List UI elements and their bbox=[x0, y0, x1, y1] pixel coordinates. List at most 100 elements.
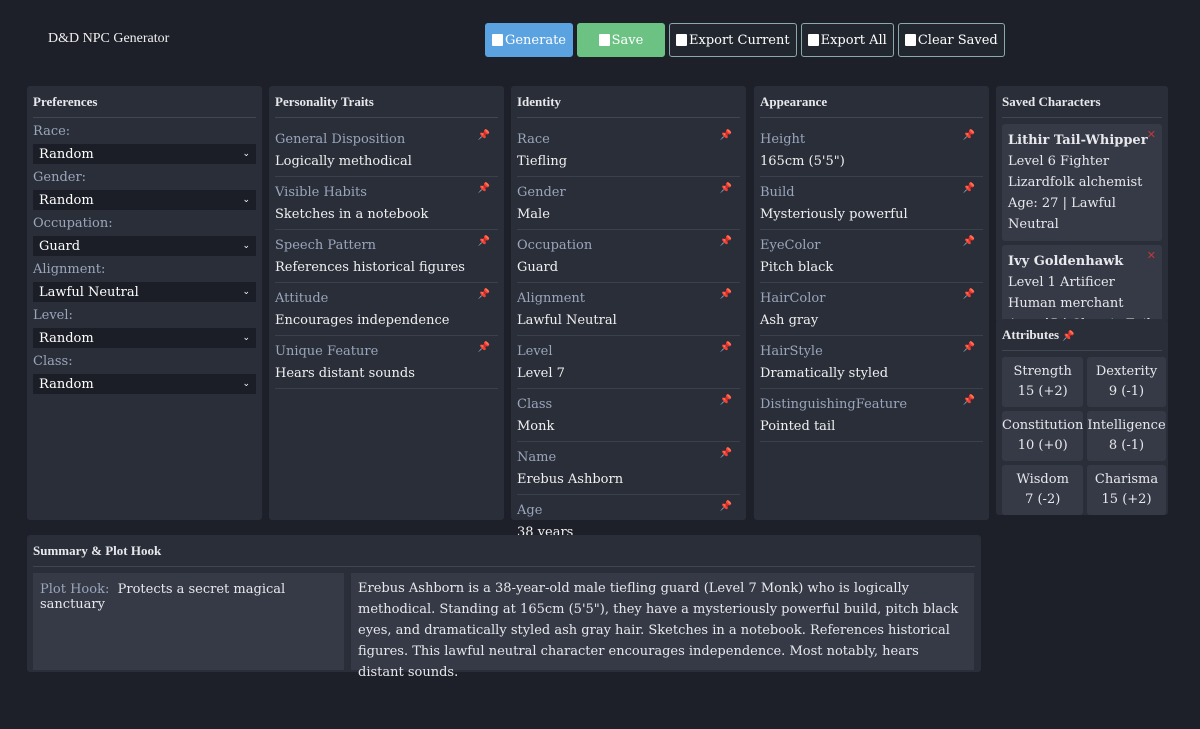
pin-icon[interactable]: 📌 bbox=[720, 395, 732, 406]
dice-icon bbox=[492, 34, 503, 46]
select-class[interactable]: Random ⌄ bbox=[33, 374, 256, 394]
attributes-title: Attributes bbox=[1002, 327, 1060, 342]
trait-item: Occupation Guard 📌 bbox=[517, 230, 740, 283]
trait-label: Occupation bbox=[517, 238, 593, 253]
pin-icon[interactable]: 📌 bbox=[720, 342, 732, 353]
trait-value: Guard bbox=[517, 260, 559, 275]
attribute-wisdom: Wisdom 7 (-2) bbox=[1002, 465, 1084, 515]
trait-label: Level bbox=[517, 344, 553, 359]
select-alignment[interactable]: Lawful Neutral ⌄ bbox=[33, 282, 256, 302]
delete-icon[interactable]: ✕ bbox=[1147, 245, 1156, 266]
pin-icon[interactable]: 📌 bbox=[478, 130, 490, 141]
trait-label: Speech Pattern bbox=[275, 238, 377, 253]
trait-item: Level Level 7 📌 bbox=[517, 336, 740, 389]
pin-icon[interactable]: 📌 bbox=[963, 183, 975, 194]
attribute-dexterity: Dexterity 9 (-1) bbox=[1087, 357, 1166, 407]
attribute-charisma: Charisma 15 (+2) bbox=[1087, 465, 1166, 515]
trait-label: Unique Feature bbox=[275, 344, 379, 359]
plot-hook: Plot Hook: Protects a secret magical san… bbox=[33, 573, 344, 670]
pin-icon[interactable]: 📌 bbox=[720, 183, 732, 194]
clear-saved-button[interactable]: Clear Saved bbox=[897, 23, 1005, 57]
select-value: Lawful Neutral bbox=[39, 284, 139, 300]
summary-panel: Summary & Plot Hook Plot Hook: Protects … bbox=[27, 535, 981, 680]
trait-label: Race bbox=[517, 132, 550, 147]
pin-icon[interactable]: 📌 bbox=[720, 130, 732, 141]
trait-label: DistinguishingFeature bbox=[760, 397, 908, 412]
trait-value: Level 7 bbox=[517, 366, 565, 381]
pin-icon[interactable]: 📌 bbox=[963, 342, 975, 353]
trait-value: Pitch black bbox=[760, 260, 834, 275]
select-occupation[interactable]: Guard ⌄ bbox=[33, 236, 256, 256]
trait-item: EyeColor Pitch black 📌 bbox=[760, 230, 983, 283]
chevron-down-icon: ⌄ bbox=[242, 379, 250, 389]
personality-panel: Personality Traits General Disposition Lo… bbox=[269, 86, 504, 520]
trait-value: Dramatically styled bbox=[760, 366, 889, 381]
pin-icon[interactable]: 📌 bbox=[478, 236, 490, 247]
pin-icon[interactable]: 📌 bbox=[478, 342, 490, 353]
select-value: Random bbox=[39, 146, 94, 162]
trait-value: Male bbox=[517, 207, 550, 222]
attribute-name: Charisma bbox=[1094, 472, 1159, 487]
trait-value: Hears distant sounds bbox=[275, 366, 415, 381]
trait-item: Race Tiefling 📌 bbox=[517, 124, 740, 177]
trait-item: Visible Habits Sketches in a notebook 📌 bbox=[275, 177, 498, 230]
save-label: Save bbox=[611, 32, 644, 48]
trait-item: Name Erebus Ashborn 📌 bbox=[517, 442, 740, 495]
pin-icon[interactable]: 📌 bbox=[963, 289, 975, 300]
trait-value: Sketches in a notebook bbox=[275, 207, 429, 222]
export-current-label: Export Current bbox=[689, 32, 790, 48]
select-race[interactable]: Random ⌄ bbox=[33, 144, 256, 164]
attribute-value: 7 (-2) bbox=[1025, 492, 1061, 507]
pin-icon[interactable]: 📌 bbox=[963, 130, 975, 141]
trait-label: Name bbox=[517, 450, 557, 465]
character-age-alignment: Age: 27 | Lawful Neutral bbox=[1008, 196, 1116, 232]
pin-icon[interactable]: 📌 bbox=[963, 395, 975, 406]
trait-value: Ash gray bbox=[760, 313, 819, 328]
trait-item: HairStyle Dramatically styled 📌 bbox=[760, 336, 983, 389]
chevron-down-icon: ⌄ bbox=[242, 287, 250, 297]
attribute-name: Constitution bbox=[1002, 418, 1084, 433]
pin-icon[interactable]: 📌 bbox=[720, 501, 732, 512]
attribute-name: Intelligence bbox=[1087, 418, 1166, 433]
trait-label: Height bbox=[760, 132, 806, 147]
pin-icon[interactable]: 📌 bbox=[1062, 331, 1074, 342]
trait-item: Unique Feature Hears distant sounds 📌 bbox=[275, 336, 498, 389]
trait-value: Erebus Ashborn bbox=[517, 472, 624, 487]
field-label: Race: bbox=[33, 124, 71, 139]
trait-item: Gender Male 📌 bbox=[517, 177, 740, 230]
app-title: D&D NPC Generator bbox=[48, 31, 170, 46]
trait-value: Monk bbox=[517, 419, 555, 434]
file-export-icon bbox=[676, 34, 687, 46]
generate-button[interactable]: Generate bbox=[485, 23, 573, 57]
attribute-intelligence: Intelligence 8 (-1) bbox=[1087, 411, 1166, 461]
pin-icon[interactable]: 📌 bbox=[720, 236, 732, 247]
pin-icon[interactable]: 📌 bbox=[720, 289, 732, 300]
character-race-occupation: Human merchant bbox=[1008, 296, 1124, 311]
trait-label: Attitude bbox=[275, 291, 329, 306]
field-label: Alignment: bbox=[33, 262, 106, 277]
trait-value: Encourages independence bbox=[275, 313, 450, 328]
trait-value: Pointed tail bbox=[760, 419, 836, 434]
pin-icon[interactable]: 📌 bbox=[963, 236, 975, 247]
attribute-strength: Strength 15 (+2) bbox=[1002, 357, 1084, 407]
pin-icon[interactable]: 📌 bbox=[720, 448, 732, 459]
save-button[interactable]: Save bbox=[577, 23, 665, 57]
trait-item: Build Mysteriously powerful 📌 bbox=[760, 177, 983, 230]
trait-label: Gender bbox=[517, 185, 566, 200]
export-current-button[interactable]: Export Current bbox=[669, 23, 797, 57]
delete-icon[interactable]: ✕ bbox=[1147, 124, 1156, 145]
panel-title: Identity bbox=[517, 92, 740, 118]
pin-icon[interactable]: 📌 bbox=[478, 289, 490, 300]
panel-title: Summary & Plot Hook bbox=[33, 541, 975, 567]
select-value: Random bbox=[39, 330, 94, 346]
character-name: Ivy Goldenhawk bbox=[1008, 254, 1124, 269]
export-all-button[interactable]: Export All bbox=[800, 23, 894, 57]
trait-item: Class Monk 📌 bbox=[517, 389, 740, 442]
clear-saved-label: Clear Saved bbox=[917, 32, 998, 48]
saved-character-card[interactable]: Lithir Tail-Whipper Level 6 Fighter Lizard… bbox=[1002, 124, 1162, 241]
attribute-value: 8 (-1) bbox=[1108, 438, 1145, 453]
select-level[interactable]: Random ⌄ bbox=[33, 328, 256, 348]
trait-item: Height 165cm (5'5") 📌 bbox=[760, 124, 983, 177]
select-gender[interactable]: Random ⌄ bbox=[33, 190, 256, 210]
pin-icon[interactable]: 📌 bbox=[478, 183, 490, 194]
